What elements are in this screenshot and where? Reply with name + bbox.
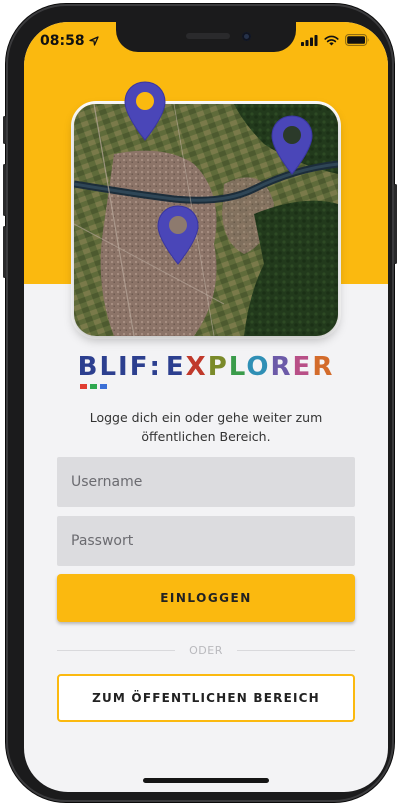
map-pin-icon bbox=[271, 115, 313, 175]
home-indicator[interactable] bbox=[143, 778, 269, 783]
power-button bbox=[394, 184, 397, 264]
volume-up-button bbox=[3, 164, 6, 216]
logo-part2: EXPLORER bbox=[166, 352, 334, 382]
notch bbox=[116, 22, 296, 52]
volume-down-button bbox=[3, 226, 6, 278]
logo-dot-red bbox=[80, 384, 87, 389]
front-camera bbox=[242, 32, 251, 41]
username-input[interactable] bbox=[57, 457, 355, 507]
logo-wordmark: BLIF : EXPLORER bbox=[74, 352, 338, 382]
phone-frame: 08:58 BLIF: EXPLORER Logge dich ein ode… bbox=[3, 4, 397, 802]
logo-letter: L bbox=[228, 352, 247, 382]
status-time-text: 08:58 bbox=[40, 33, 85, 49]
logo-letter: E bbox=[165, 352, 186, 382]
logo-dot-blue bbox=[100, 384, 107, 389]
divider-line-right bbox=[236, 649, 356, 651]
wifi-icon bbox=[324, 35, 339, 45]
logo-letter: E bbox=[292, 352, 313, 382]
speaker-grille bbox=[186, 33, 230, 39]
logo-letter: O bbox=[246, 352, 271, 382]
battery-icon bbox=[345, 34, 369, 46]
logo-separator: : bbox=[149, 352, 162, 382]
status-bar-icons bbox=[301, 34, 370, 46]
location-arrow-icon bbox=[88, 36, 99, 46]
password-input[interactable] bbox=[57, 516, 355, 566]
logo-color-dots bbox=[80, 384, 107, 389]
logo-letter: P bbox=[207, 352, 229, 382]
logo-letter: R bbox=[312, 352, 335, 382]
silent-switch bbox=[3, 116, 6, 144]
public-area-button[interactable]: ZUM ÖFFENTLICHEN BEREICH bbox=[57, 674, 355, 722]
app-logo: BLIF : EXPLORER bbox=[74, 352, 338, 392]
map-pin-icon bbox=[124, 81, 166, 141]
cellular-signal-icon bbox=[301, 34, 318, 46]
logo-part1: BLIF bbox=[77, 352, 150, 382]
login-subtitle: Logge dich ein oder gehe weiter zum öffe… bbox=[89, 410, 323, 444]
logo-dot-green bbox=[90, 384, 97, 389]
divider-line-left bbox=[57, 649, 176, 651]
logo-letter: X bbox=[185, 352, 208, 382]
map-pin-icon bbox=[157, 205, 199, 265]
status-bar-time: 08:58 bbox=[40, 33, 99, 49]
login-button[interactable]: EINLOGGEN bbox=[57, 574, 355, 622]
or-divider: ODER bbox=[57, 642, 356, 658]
app-screen: 08:58 BLIF: EXPLORER Logge dich ein ode… bbox=[24, 22, 388, 792]
logo-letter: R bbox=[270, 352, 293, 382]
divider-label: ODER bbox=[189, 643, 223, 657]
